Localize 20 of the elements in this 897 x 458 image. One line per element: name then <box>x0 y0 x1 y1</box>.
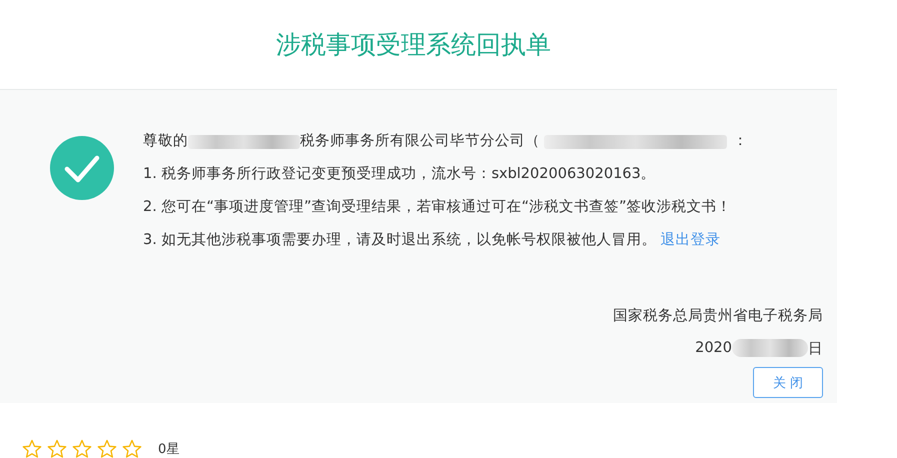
star-icon[interactable] <box>47 439 67 458</box>
date-year: 2020 <box>695 340 732 356</box>
notice-line: 2. 您可在“事项进度管理”查询受理结果，若审核通过可在“涉税文书查签”签收涉税文书！ <box>143 198 732 217</box>
logout-link[interactable]: 退出登录 <box>660 224 720 257</box>
greeting-text: 尊敬的 <box>143 132 188 151</box>
notice-line: 1. 税务师事务所行政登记变更预受理成功，流水号：sxbl2020063020163。 <box>143 164 656 184</box>
star-icon[interactable] <box>72 439 92 458</box>
date-day: 日 <box>808 338 823 358</box>
company-name: 税务师事务所有限公司毕节分公司（ <box>300 132 540 151</box>
receipt-title: 涉税事项受理系统回执单 <box>276 29 552 61</box>
star-icon[interactable] <box>122 439 142 458</box>
success-check-icon <box>50 136 114 200</box>
close-button[interactable]: 关 闭 <box>753 367 823 398</box>
star-rating[interactable] <box>22 439 142 458</box>
greeting-colon: ： <box>733 132 748 151</box>
issuer-name: 国家税务总局贵州省电子税务局 <box>613 306 823 326</box>
rating-label: 0星 <box>158 441 180 458</box>
notice-line: 3. 如无其他涉税事项需要办理，请及时退出系统，以免帐号权限被他人冒用。 <box>143 231 656 250</box>
star-icon[interactable] <box>22 439 42 458</box>
star-icon[interactable] <box>97 439 117 458</box>
